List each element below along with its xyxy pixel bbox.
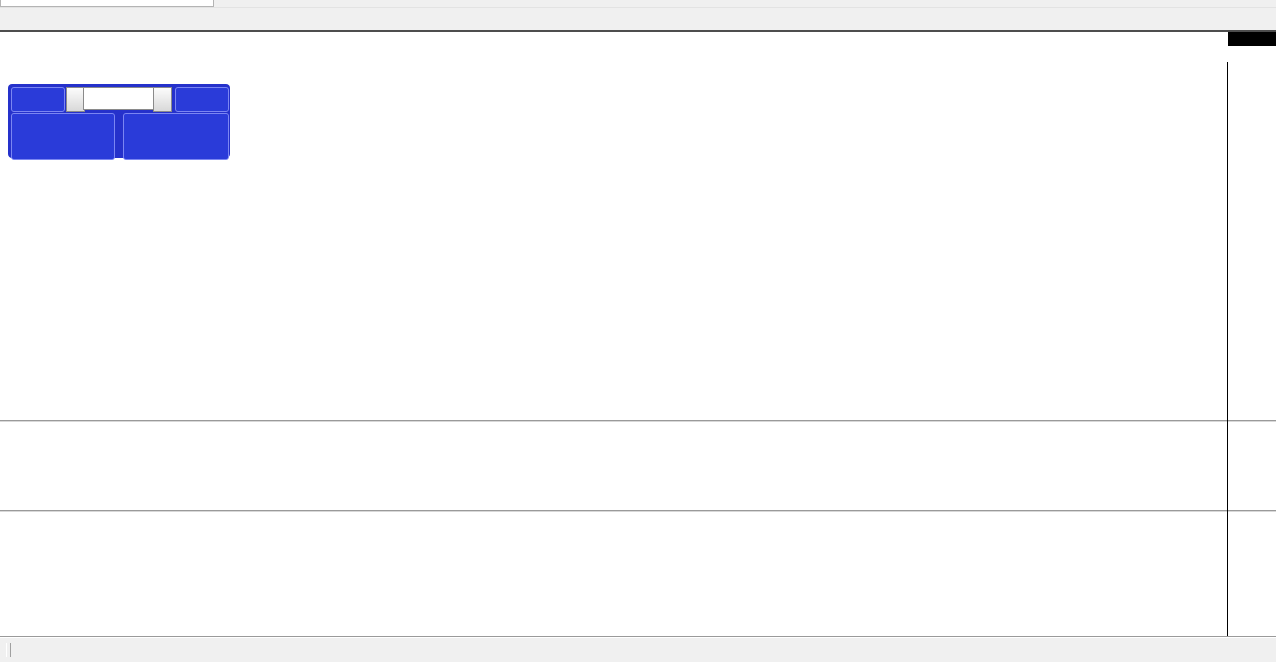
buy-button[interactable] [175, 87, 229, 112]
one-click-trading-panel [8, 84, 230, 158]
volume-increase-icon[interactable] [153, 87, 172, 112]
current-price-label [1228, 32, 1276, 46]
upper-toolbar-edge [0, 0, 1276, 8]
toolbar-grip [6, 643, 11, 657]
upper-toolbar-field [0, 0, 214, 7]
buy-price-button[interactable] [123, 113, 229, 160]
rsi-panel[interactable] [0, 513, 1227, 642]
volume-stepper [66, 87, 172, 110]
volume-input[interactable] [83, 87, 163, 110]
sell-button[interactable] [11, 87, 65, 112]
chart-tab-bar [0, 636, 1276, 662]
mt4-window [0, 0, 1276, 662]
axis-separator [1227, 62, 1228, 642]
timeframe-toolbar [0, 8, 1276, 30]
chart-window [0, 30, 1276, 638]
sell-price-button[interactable] [11, 113, 115, 160]
macd-panel[interactable] [0, 423, 1227, 510]
